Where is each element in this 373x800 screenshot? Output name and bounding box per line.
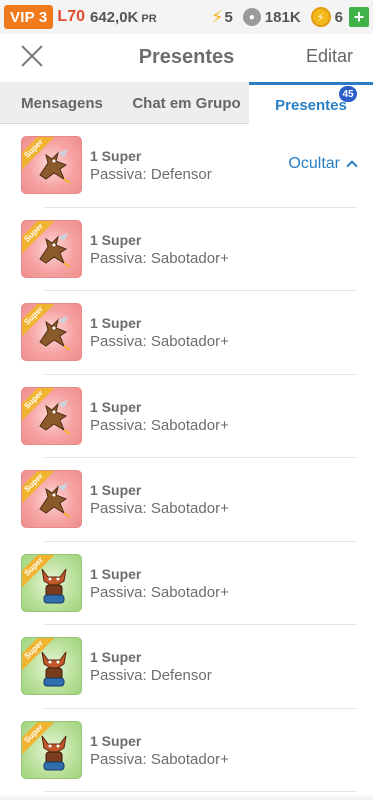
gift-passive: Passiva: Sabotador+ (90, 416, 229, 434)
gift-list-item[interactable]: Super 1 Super Passiva: Sabotador+ (0, 709, 373, 792)
gift-list-item[interactable]: Super 1 Super Passiva: Defensor (0, 625, 373, 709)
gift-name: 1 Super (90, 649, 142, 665)
tab-messages[interactable]: Mensagens (0, 82, 124, 124)
gift-passive: Passiva: Defensor (90, 667, 212, 684)
gift-list-item[interactable]: Super 1 Super Passiva: Sabotador+ (0, 291, 373, 375)
vip-badge[interactable]: VIP 3 (4, 5, 54, 29)
hide-button[interactable]: Ocultar (288, 155, 358, 173)
gift-list-item[interactable]: Super 1 Super Passiva: Sabotador+ (0, 542, 373, 625)
gift-thumbnail[interactable]: Super (21, 386, 82, 445)
tab-gifts-label: Presentes (275, 96, 347, 114)
gifts-count-badge: 45 (339, 86, 357, 102)
gift-list-item[interactable]: Super 1 Super Passiva: Defensor Ocultar (0, 124, 373, 208)
gift-passive: Passiva: Sabotador+ (90, 333, 229, 350)
coin-value: 6 (334, 8, 343, 26)
add-coins-button[interactable]: + (349, 7, 369, 27)
gift-thumbnail[interactable]: Super (21, 637, 82, 695)
energy-value: 5 (224, 8, 233, 26)
gift-passive: Passiva: Sabotador+ (90, 750, 229, 768)
paw-icon: ● (242, 8, 261, 26)
gift-name: 1 Super (90, 565, 142, 582)
page-header: Presentes Editar (0, 34, 373, 82)
paw-stat[interactable]: ● 181K (242, 8, 301, 26)
gift-name: 1 Super (90, 148, 142, 164)
gift-thumbnail[interactable]: Super (21, 219, 82, 278)
hide-button-label: Ocultar (288, 155, 340, 172)
row-divider (44, 791, 357, 792)
power-rating: 642,0K PR (90, 9, 157, 26)
tab-bar: Mensagens Chat em Grupo Presentes 45 (0, 82, 373, 125)
chevron-up-icon (346, 160, 358, 172)
gift-name: 1 Super (90, 231, 142, 248)
gift-thumbnail[interactable]: Super (21, 553, 82, 612)
bottom-divider (0, 794, 373, 800)
gift-thumbnail[interactable]: Super (21, 303, 82, 361)
gift-passive: Passiva: Sabotador+ (90, 249, 229, 267)
gift-list-item[interactable]: Super 1 Super Passiva: Sabotador+ (0, 458, 373, 542)
gift-passive: Passiva: Defensor (90, 166, 212, 183)
lightning-icon: ⚡ (210, 6, 224, 27)
level-label: L70 (57, 8, 85, 25)
status-bar: VIP 3 L70 642,0K PR ⚡ 5 ● 181K ⚡ 6 + (0, 0, 373, 34)
gift-thumbnail[interactable]: Super (21, 470, 82, 528)
paw-value: 181K (264, 8, 301, 26)
gift-name: 1 Super (90, 398, 142, 415)
power-rating-value: 642,0K (90, 8, 139, 26)
gift-name: 1 Super (90, 732, 142, 749)
tab-gifts[interactable]: Presentes 45 (249, 82, 373, 125)
coin-stat[interactable]: ⚡ 6 (310, 7, 343, 27)
gift-passive: Passiva: Sabotador+ (90, 500, 229, 517)
edit-button[interactable]: Editar (306, 46, 353, 67)
power-rating-unit: PR (141, 12, 157, 25)
coin-icon: ⚡ (310, 7, 331, 27)
gift-list-item[interactable]: Super 1 Super Passiva: Sabotador+ (0, 375, 373, 458)
gift-thumbnail[interactable]: Super (21, 720, 82, 779)
gift-thumbnail[interactable]: Super (21, 136, 82, 194)
gift-passive: Passiva: Sabotador+ (90, 583, 229, 601)
energy-stat[interactable]: ⚡ 5 (211, 7, 233, 28)
gift-name: 1 Super (90, 482, 142, 498)
gift-list: Super 1 Super Passiva: Defensor Ocultar Supe… (0, 124, 373, 792)
gift-name: 1 Super (90, 315, 142, 331)
gift-list-item[interactable]: Super 1 Super Passiva: Sabotador+ (0, 208, 373, 291)
tab-group-chat[interactable]: Chat em Grupo (124, 82, 249, 124)
